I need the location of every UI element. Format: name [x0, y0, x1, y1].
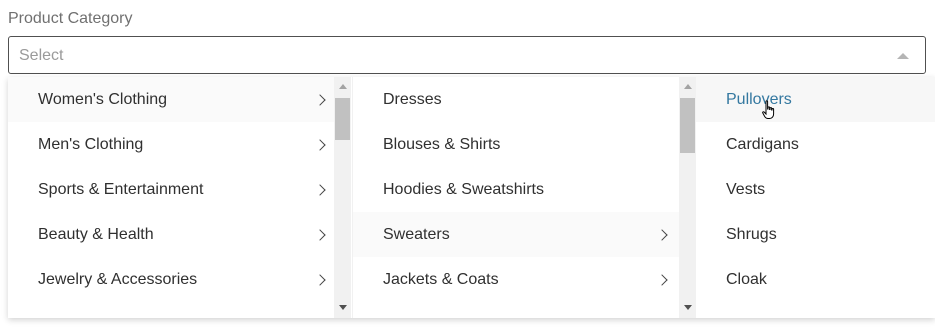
cascader-dropdown: Women's Clothing Men's Clothing Sports &… [8, 77, 935, 318]
cascader-column-1: Women's Clothing Men's Clothing Sports &… [8, 77, 351, 318]
level3-item-label: Vests [726, 181, 766, 198]
level2-item-label: Blouses & Shirts [383, 136, 501, 153]
level2-item-label: Dresses [383, 91, 442, 108]
level2-item-label: Sweaters [383, 226, 450, 243]
chevron-right-icon [656, 274, 668, 286]
chevron-right-icon [656, 229, 668, 241]
level1-item-label: Sports & Entertainment [38, 181, 204, 198]
chevron-up-icon[interactable] [897, 53, 909, 59]
chevron-right-icon [314, 184, 326, 196]
column-2-scrollbar[interactable] [679, 77, 696, 318]
level2-item[interactable]: Blouses & Shirts [353, 122, 696, 167]
level3-item[interactable]: Shrugs [696, 212, 935, 257]
level2-item-label: Hoodies & Sweatshirts [383, 181, 544, 198]
chevron-right-icon [314, 229, 326, 241]
level3-item-label: Cloak [726, 271, 767, 288]
level2-item[interactable]: Sweaters [353, 212, 696, 257]
level3-item[interactable]: Pullovers [696, 77, 935, 122]
level3-item-label: Shrugs [726, 226, 777, 243]
level1-item[interactable]: Women's Clothing [8, 77, 351, 122]
scroll-up-arrow-icon[interactable] [684, 84, 692, 89]
column-1-scrollbar[interactable] [334, 77, 351, 318]
level1-item-label: Jewelry & Accessories [38, 271, 198, 288]
cascader-column-2: Dresses Blouses & Shirts Hoodies & Sweat… [352, 77, 696, 318]
level1-item[interactable]: Jewelry & Accessories [8, 257, 351, 302]
scroll-down-arrow-icon[interactable] [684, 305, 692, 310]
level1-item-label: Men's Clothing [38, 136, 144, 153]
level2-item[interactable]: Jackets & Coats [353, 257, 696, 302]
chevron-right-icon [314, 274, 326, 286]
chevron-right-icon [314, 94, 326, 106]
scroll-thumb[interactable] [335, 98, 350, 140]
level1-item-label: Beauty & Health [38, 226, 154, 243]
cascader-column-3: Pullovers Cardigans Vests Shrugs Cloak [695, 77, 935, 318]
level2-item[interactable]: Dresses [353, 77, 696, 122]
level3-item[interactable]: Vests [696, 167, 935, 212]
level2-item-label: Jackets & Coats [383, 271, 499, 288]
level3-item[interactable]: Cloak [696, 257, 935, 302]
level1-item[interactable]: Beauty & Health [8, 212, 351, 257]
level2-item[interactable]: Hoodies & Sweatshirts [353, 167, 696, 212]
level1-item[interactable]: Sports & Entertainment [8, 167, 351, 212]
chevron-right-icon [314, 139, 326, 151]
category-select[interactable]: Select [8, 36, 926, 74]
cascader-root: Product Category Select Women's Clothing… [0, 0, 935, 327]
level3-item[interactable]: Cardigans [696, 122, 935, 167]
select-placeholder: Select [19, 47, 64, 64]
field-label: Product Category [8, 10, 133, 27]
scroll-down-arrow-icon[interactable] [339, 305, 347, 310]
level3-item-label: Pullovers [726, 91, 792, 108]
scroll-thumb[interactable] [680, 98, 695, 153]
level1-item[interactable]: Men's Clothing [8, 122, 351, 167]
level3-item-label: Cardigans [726, 136, 799, 153]
scroll-up-arrow-icon[interactable] [339, 84, 347, 89]
level1-item-label: Women's Clothing [38, 91, 168, 108]
